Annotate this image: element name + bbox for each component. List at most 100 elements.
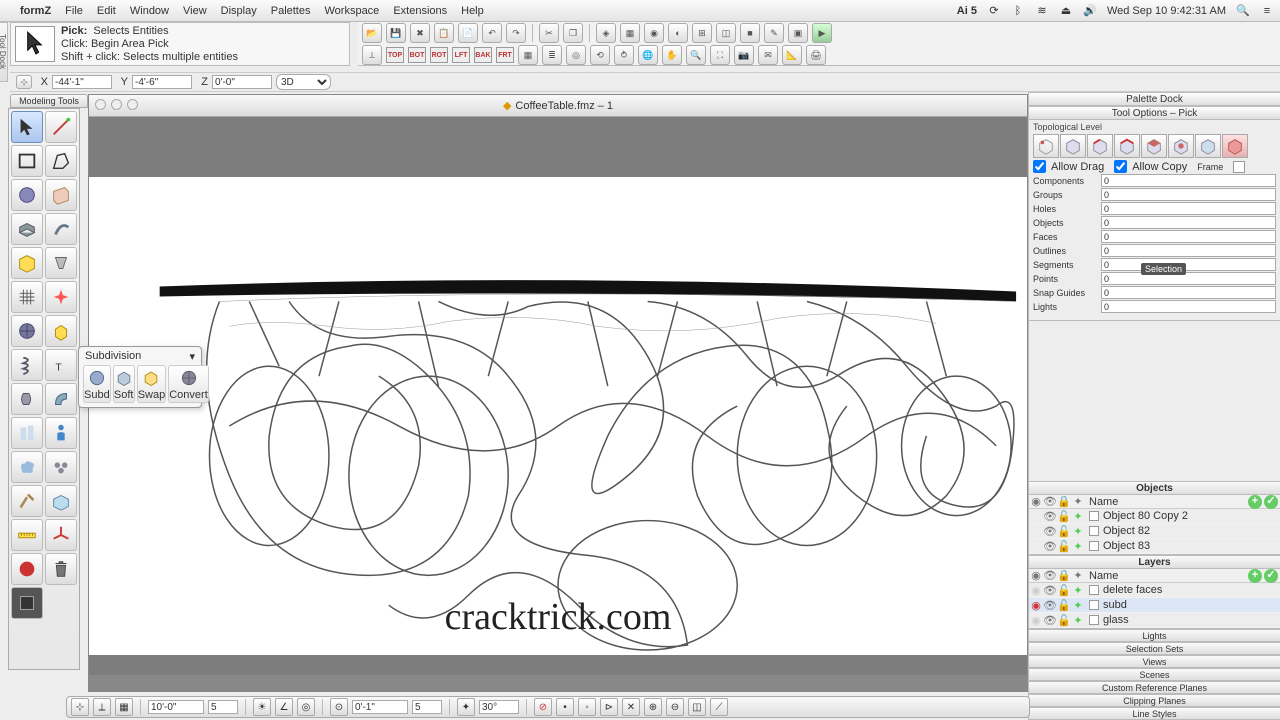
sb-cen-icon[interactable]: ⊕ <box>644 698 662 716</box>
revolve-tool[interactable] <box>11 383 43 415</box>
zoom-dot[interactable] <box>127 99 138 110</box>
bend-tool[interactable] <box>45 383 77 415</box>
topo-hole[interactable] <box>1168 134 1194 158</box>
mini-panel-header[interactable]: Lights <box>1029 629 1280 642</box>
tb-mail-icon[interactable]: ✉ <box>758 45 778 65</box>
tb-ruler2-icon[interactable]: 📐 <box>782 45 802 65</box>
lay-col-active[interactable]: ◉ <box>1029 569 1043 582</box>
sb-edge-icon[interactable]: ⟋ <box>710 698 728 716</box>
min-dot[interactable] <box>111 99 122 110</box>
trash-tool[interactable] <box>45 553 77 585</box>
tb-shade-icon[interactable]: ◐ <box>668 23 688 43</box>
snap-tool[interactable] <box>45 281 77 313</box>
sb-int-icon[interactable]: ✕ <box>622 698 640 716</box>
window-titlebar[interactable]: ◆ CoffeeTable.fmz – 1 <box>89 95 1027 117</box>
obj-add[interactable]: + <box>1248 495 1262 509</box>
viewport[interactable]: cracktrick.com <box>89 117 1027 675</box>
soft-button[interactable]: Soft <box>113 365 135 403</box>
view-bak[interactable]: BAK <box>474 47 492 63</box>
topo-outline[interactable] <box>1114 134 1140 158</box>
sb-sun-icon[interactable]: ☀ <box>253 698 271 716</box>
y-input[interactable] <box>132 75 192 89</box>
tb-layers-icon[interactable]: ≣ <box>542 45 562 65</box>
topo-group[interactable] <box>1195 134 1221 158</box>
topo-face[interactable] <box>1141 134 1167 158</box>
tb-open-icon[interactable]: 📂 <box>362 23 382 43</box>
tb-paste-icon[interactable]: 📄 <box>458 23 478 43</box>
block-tool[interactable] <box>45 315 77 347</box>
tb-box-icon[interactable]: ◫ <box>716 23 736 43</box>
menu-palettes[interactable]: Palettes <box>271 5 311 17</box>
tb-fit-icon[interactable]: ⛶ <box>710 45 730 65</box>
swap-button[interactable]: Swap <box>137 365 167 403</box>
scene-tool[interactable] <box>11 587 43 619</box>
sb-end-icon[interactable]: ⊳ <box>600 698 618 716</box>
obj-col-name[interactable]: Name <box>1085 496 1248 508</box>
tb-print-icon[interactable]: 🖨 <box>806 45 826 65</box>
convert-button[interactable]: Convert <box>168 365 209 403</box>
view-mode-select[interactable]: 3D <box>276 74 331 90</box>
tb-save-icon[interactable]: 💾 <box>386 23 406 43</box>
wifi-icon[interactable]: ≋ <box>1035 4 1049 18</box>
text-tool[interactable]: T <box>45 349 77 381</box>
x-input[interactable] <box>52 75 112 89</box>
sb-input-2[interactable] <box>208 700 238 714</box>
palette-dock-title[interactable]: Palette Dock <box>1029 92 1280 106</box>
allow-copy-chk[interactable] <box>1114 160 1127 173</box>
count-value[interactable] <box>1101 216 1276 229</box>
menu-edit[interactable]: Edit <box>97 5 116 17</box>
coord-mode-icon[interactable]: ⊹ <box>16 75 32 89</box>
count-value[interactable] <box>1101 174 1276 187</box>
topo-point[interactable] <box>1060 134 1086 158</box>
sync-icon[interactable]: ⟳ <box>987 4 1001 18</box>
pick-tool[interactable] <box>11 111 43 143</box>
clock[interactable]: Wed Sep 10 9:42:31 AM <box>1107 5 1226 17</box>
app-name[interactable]: formZ <box>20 5 51 17</box>
tb-orbit-icon[interactable]: ⥁ <box>614 45 634 65</box>
group-tool[interactable] <box>45 451 77 483</box>
box2-tool[interactable] <box>45 485 77 517</box>
extrude-tool[interactable] <box>11 213 43 245</box>
menu-icon[interactable]: ≡ <box>1260 4 1274 18</box>
mini-panel-header[interactable]: Scenes <box>1029 668 1280 681</box>
view-rot[interactable]: ROT <box>430 47 448 63</box>
loft-tool[interactable] <box>11 247 43 279</box>
count-value[interactable] <box>1101 300 1276 313</box>
tb-sphere-icon[interactable]: ◉ <box>644 23 664 43</box>
obj-col-snap[interactable]: ✦ <box>1071 495 1085 508</box>
menu-window[interactable]: Window <box>130 5 169 17</box>
sb-perp-icon[interactable]: ⟂ <box>93 698 111 716</box>
count-value[interactable] <box>1101 258 1276 271</box>
topo-segment[interactable] <box>1087 134 1113 158</box>
layer-row[interactable]: ◉👁🔓✦glass <box>1029 613 1280 628</box>
count-value[interactable] <box>1101 202 1276 215</box>
sb-input-1[interactable] <box>148 700 204 714</box>
sphere-tool[interactable] <box>11 179 43 211</box>
obj-ok[interactable]: ✓ <box>1264 495 1278 509</box>
tb-copy-icon[interactable]: 📋 <box>434 23 454 43</box>
helix-tool[interactable] <box>11 349 43 381</box>
sb-input-4[interactable] <box>412 700 442 714</box>
lay-col-name[interactable]: Name <box>1085 570 1248 582</box>
tb-wire-icon[interactable]: ⊞ <box>692 23 712 43</box>
obj-col-lock[interactable]: 🔒 <box>1057 495 1071 508</box>
tb-scene-icon[interactable]: ▣ <box>788 23 808 43</box>
eject-icon[interactable]: ⏏ <box>1059 4 1073 18</box>
frame-swatch[interactable] <box>1233 161 1245 173</box>
count-value[interactable] <box>1101 272 1276 285</box>
tb-grid-icon[interactable]: ▦ <box>518 45 538 65</box>
subd-button[interactable]: Subd <box>83 365 111 403</box>
hammer-tool[interactable] <box>11 485 43 517</box>
derive-tool[interactable] <box>45 247 77 279</box>
tb-hand-icon[interactable]: ✋ <box>662 45 682 65</box>
tb-cam-icon[interactable]: 📷 <box>734 45 754 65</box>
object-row[interactable]: 👁🔓✦Object 80 Copy 2 <box>1029 509 1280 524</box>
tb-pencil-icon[interactable]: ✎ <box>764 23 784 43</box>
layer-row[interactable]: ◉👁🔓✦subd <box>1029 598 1280 613</box>
mini-panel-header[interactable]: Line Styles <box>1029 707 1280 720</box>
lay-ok[interactable]: ✓ <box>1264 569 1278 583</box>
subdiv-tool[interactable] <box>11 315 43 347</box>
paint-tool[interactable] <box>11 553 43 585</box>
rect-tool[interactable] <box>11 145 43 177</box>
sb-no-icon[interactable]: ⊘ <box>534 698 552 716</box>
